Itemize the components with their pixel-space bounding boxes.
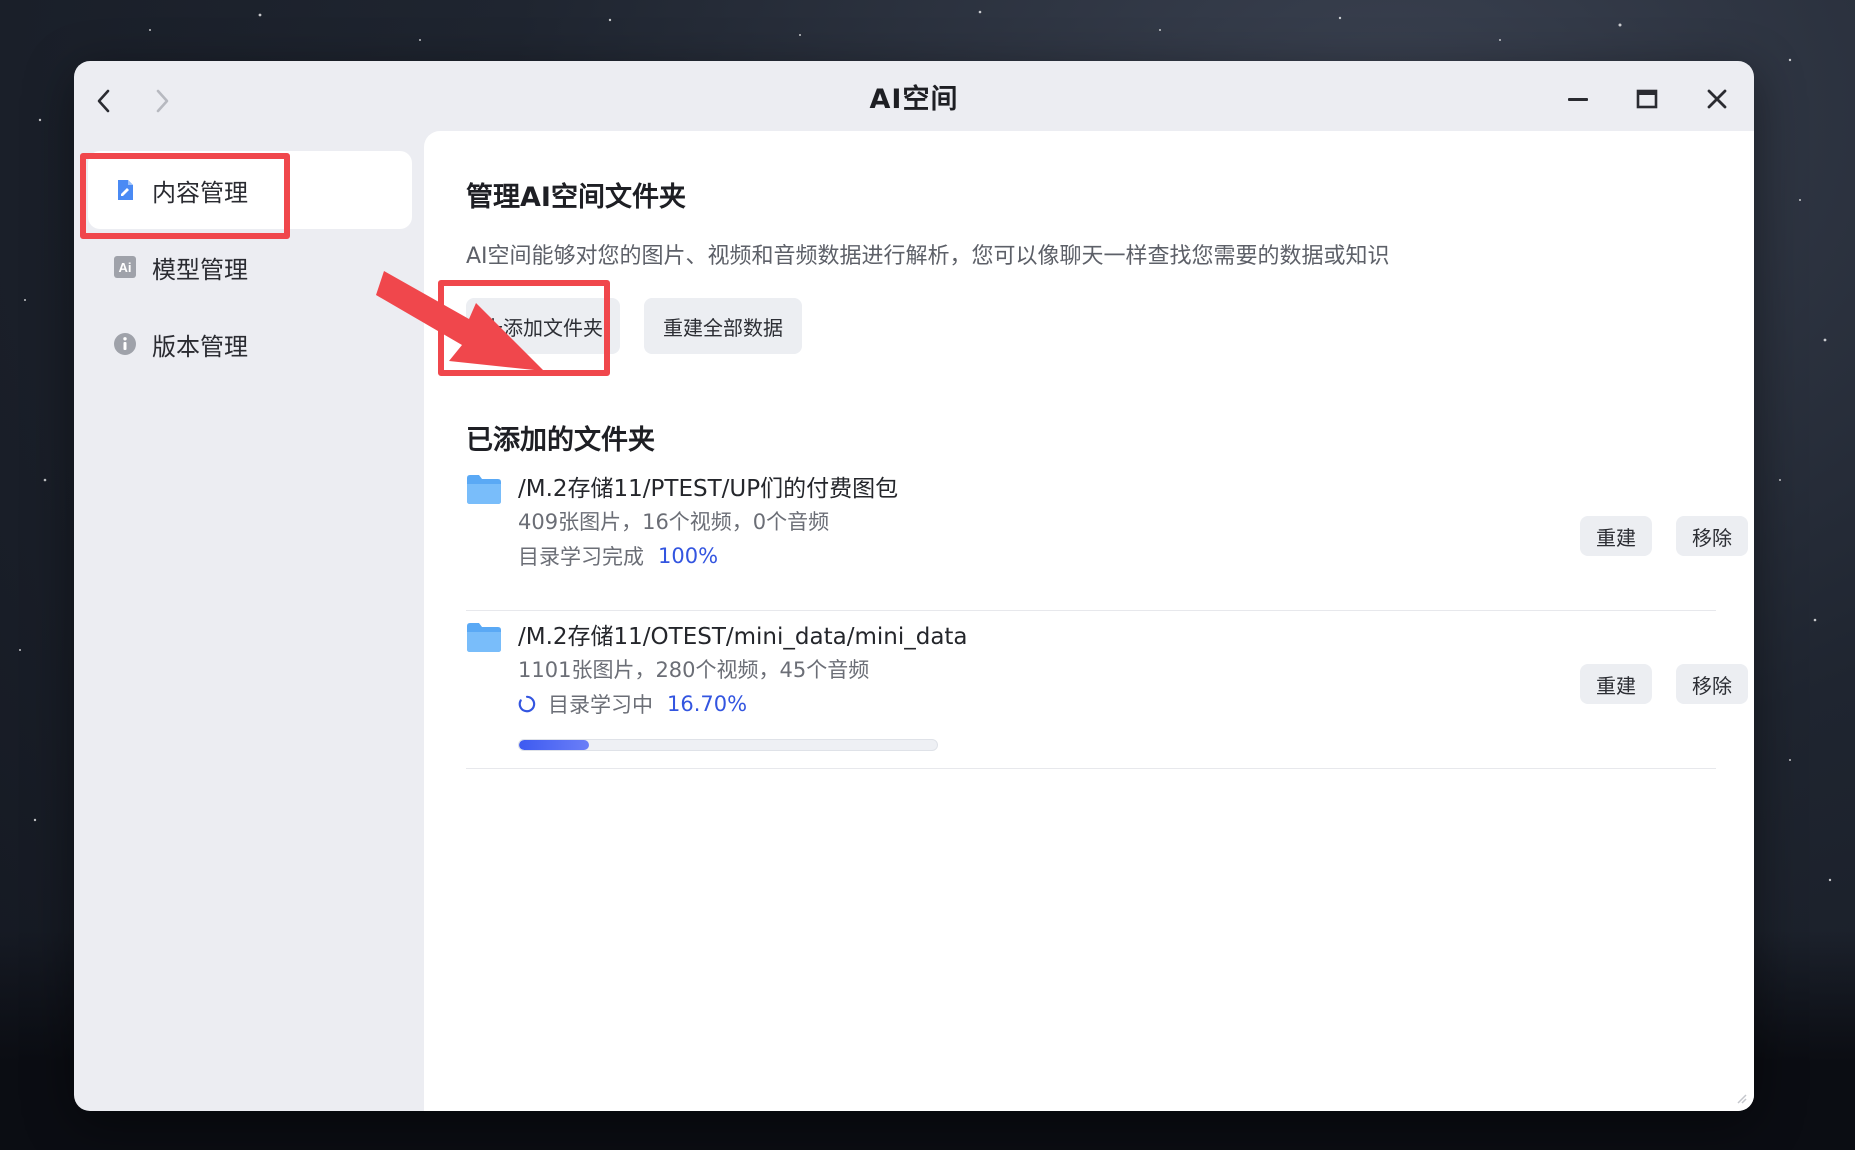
row-divider	[466, 768, 1716, 769]
minimize-button[interactable]	[1558, 79, 1598, 119]
sidebar-item-label: 模型管理	[152, 255, 248, 284]
rebuild-button[interactable]: 重建	[1580, 516, 1652, 556]
main-content: 管理AI空间文件夹 AI空间能够对您的图片、视频和音频数据进行解析，您可以像聊天…	[424, 131, 1754, 1111]
section-title: 管理AI空间文件夹	[466, 182, 686, 213]
sidebar: 内容管理 Ai 模型管理 版本管理	[74, 131, 424, 1111]
window-title: AI空间	[869, 84, 959, 115]
folder-stats: 409张图片，16个视频，0个音频	[518, 510, 830, 534]
sidebar-item-content-management[interactable]: 内容管理	[88, 151, 412, 229]
close-button[interactable]	[1697, 79, 1737, 119]
status-text: 目录学习完成	[518, 545, 644, 569]
sidebar-item-label: 内容管理	[152, 178, 248, 207]
svg-text:Ai: Ai	[119, 260, 132, 275]
remove-button[interactable]: 移除	[1676, 516, 1748, 556]
loading-spinner-icon	[518, 695, 536, 713]
resize-grip-icon[interactable]	[1732, 1089, 1748, 1105]
folder-path: /M.2存储11/OTEST/mini_data/mini_data	[518, 624, 968, 650]
sidebar-item-label: 版本管理	[152, 332, 248, 361]
folder-path: /M.2存储11/PTEST/UP们的付费图包	[518, 476, 899, 502]
maximize-icon	[1636, 89, 1658, 109]
title-bar: AI空间	[74, 61, 1754, 131]
folder-status: 目录学习中 16.70%	[518, 689, 747, 719]
rebuild-button[interactable]: 重建	[1580, 664, 1652, 704]
progress-fill	[519, 740, 589, 750]
folder-stats: 1101张图片，280个视频，45个音频	[518, 658, 870, 682]
folder-status: 目录学习完成 100%	[518, 541, 718, 571]
folder-list-item: /M.2存储11/OTEST/mini_data/mini_data 1101张…	[466, 609, 1748, 769]
maximize-button[interactable]	[1627, 79, 1667, 119]
added-folders-title: 已添加的文件夹	[466, 425, 655, 456]
minimize-icon	[1568, 98, 1588, 101]
status-percent: 100%	[658, 544, 719, 568]
add-folder-button[interactable]: 十添加文件夹	[466, 298, 620, 354]
folder-list-item: /M.2存储11/PTEST/UP们的付费图包 409张图片，16个视频，0个音…	[466, 461, 1748, 611]
close-icon	[1707, 89, 1727, 109]
rebuild-all-data-button[interactable]: 重建全部数据	[644, 298, 802, 354]
remove-button[interactable]: 移除	[1676, 664, 1748, 704]
sidebar-item-version-management[interactable]: 版本管理	[88, 305, 412, 383]
status-percent: 16.70%	[667, 692, 748, 716]
sidebar-item-model-management[interactable]: Ai 模型管理	[88, 228, 412, 306]
app-window: AI空间 内容管理 Ai 模型管理 版本管理 管理AI空间文件夹 AI空间能够对…	[74, 61, 1754, 1111]
info-icon	[112, 331, 138, 357]
document-edit-icon	[112, 177, 138, 203]
section-description: AI空间能够对您的图片、视频和音频数据进行解析，您可以像聊天一样查找您需要的数据…	[466, 244, 1390, 269]
status-text: 目录学习中	[548, 693, 653, 717]
ai-model-icon: Ai	[112, 254, 138, 280]
learning-progress-bar	[518, 739, 938, 751]
folder-icon	[467, 623, 501, 652]
folder-icon	[467, 475, 501, 504]
